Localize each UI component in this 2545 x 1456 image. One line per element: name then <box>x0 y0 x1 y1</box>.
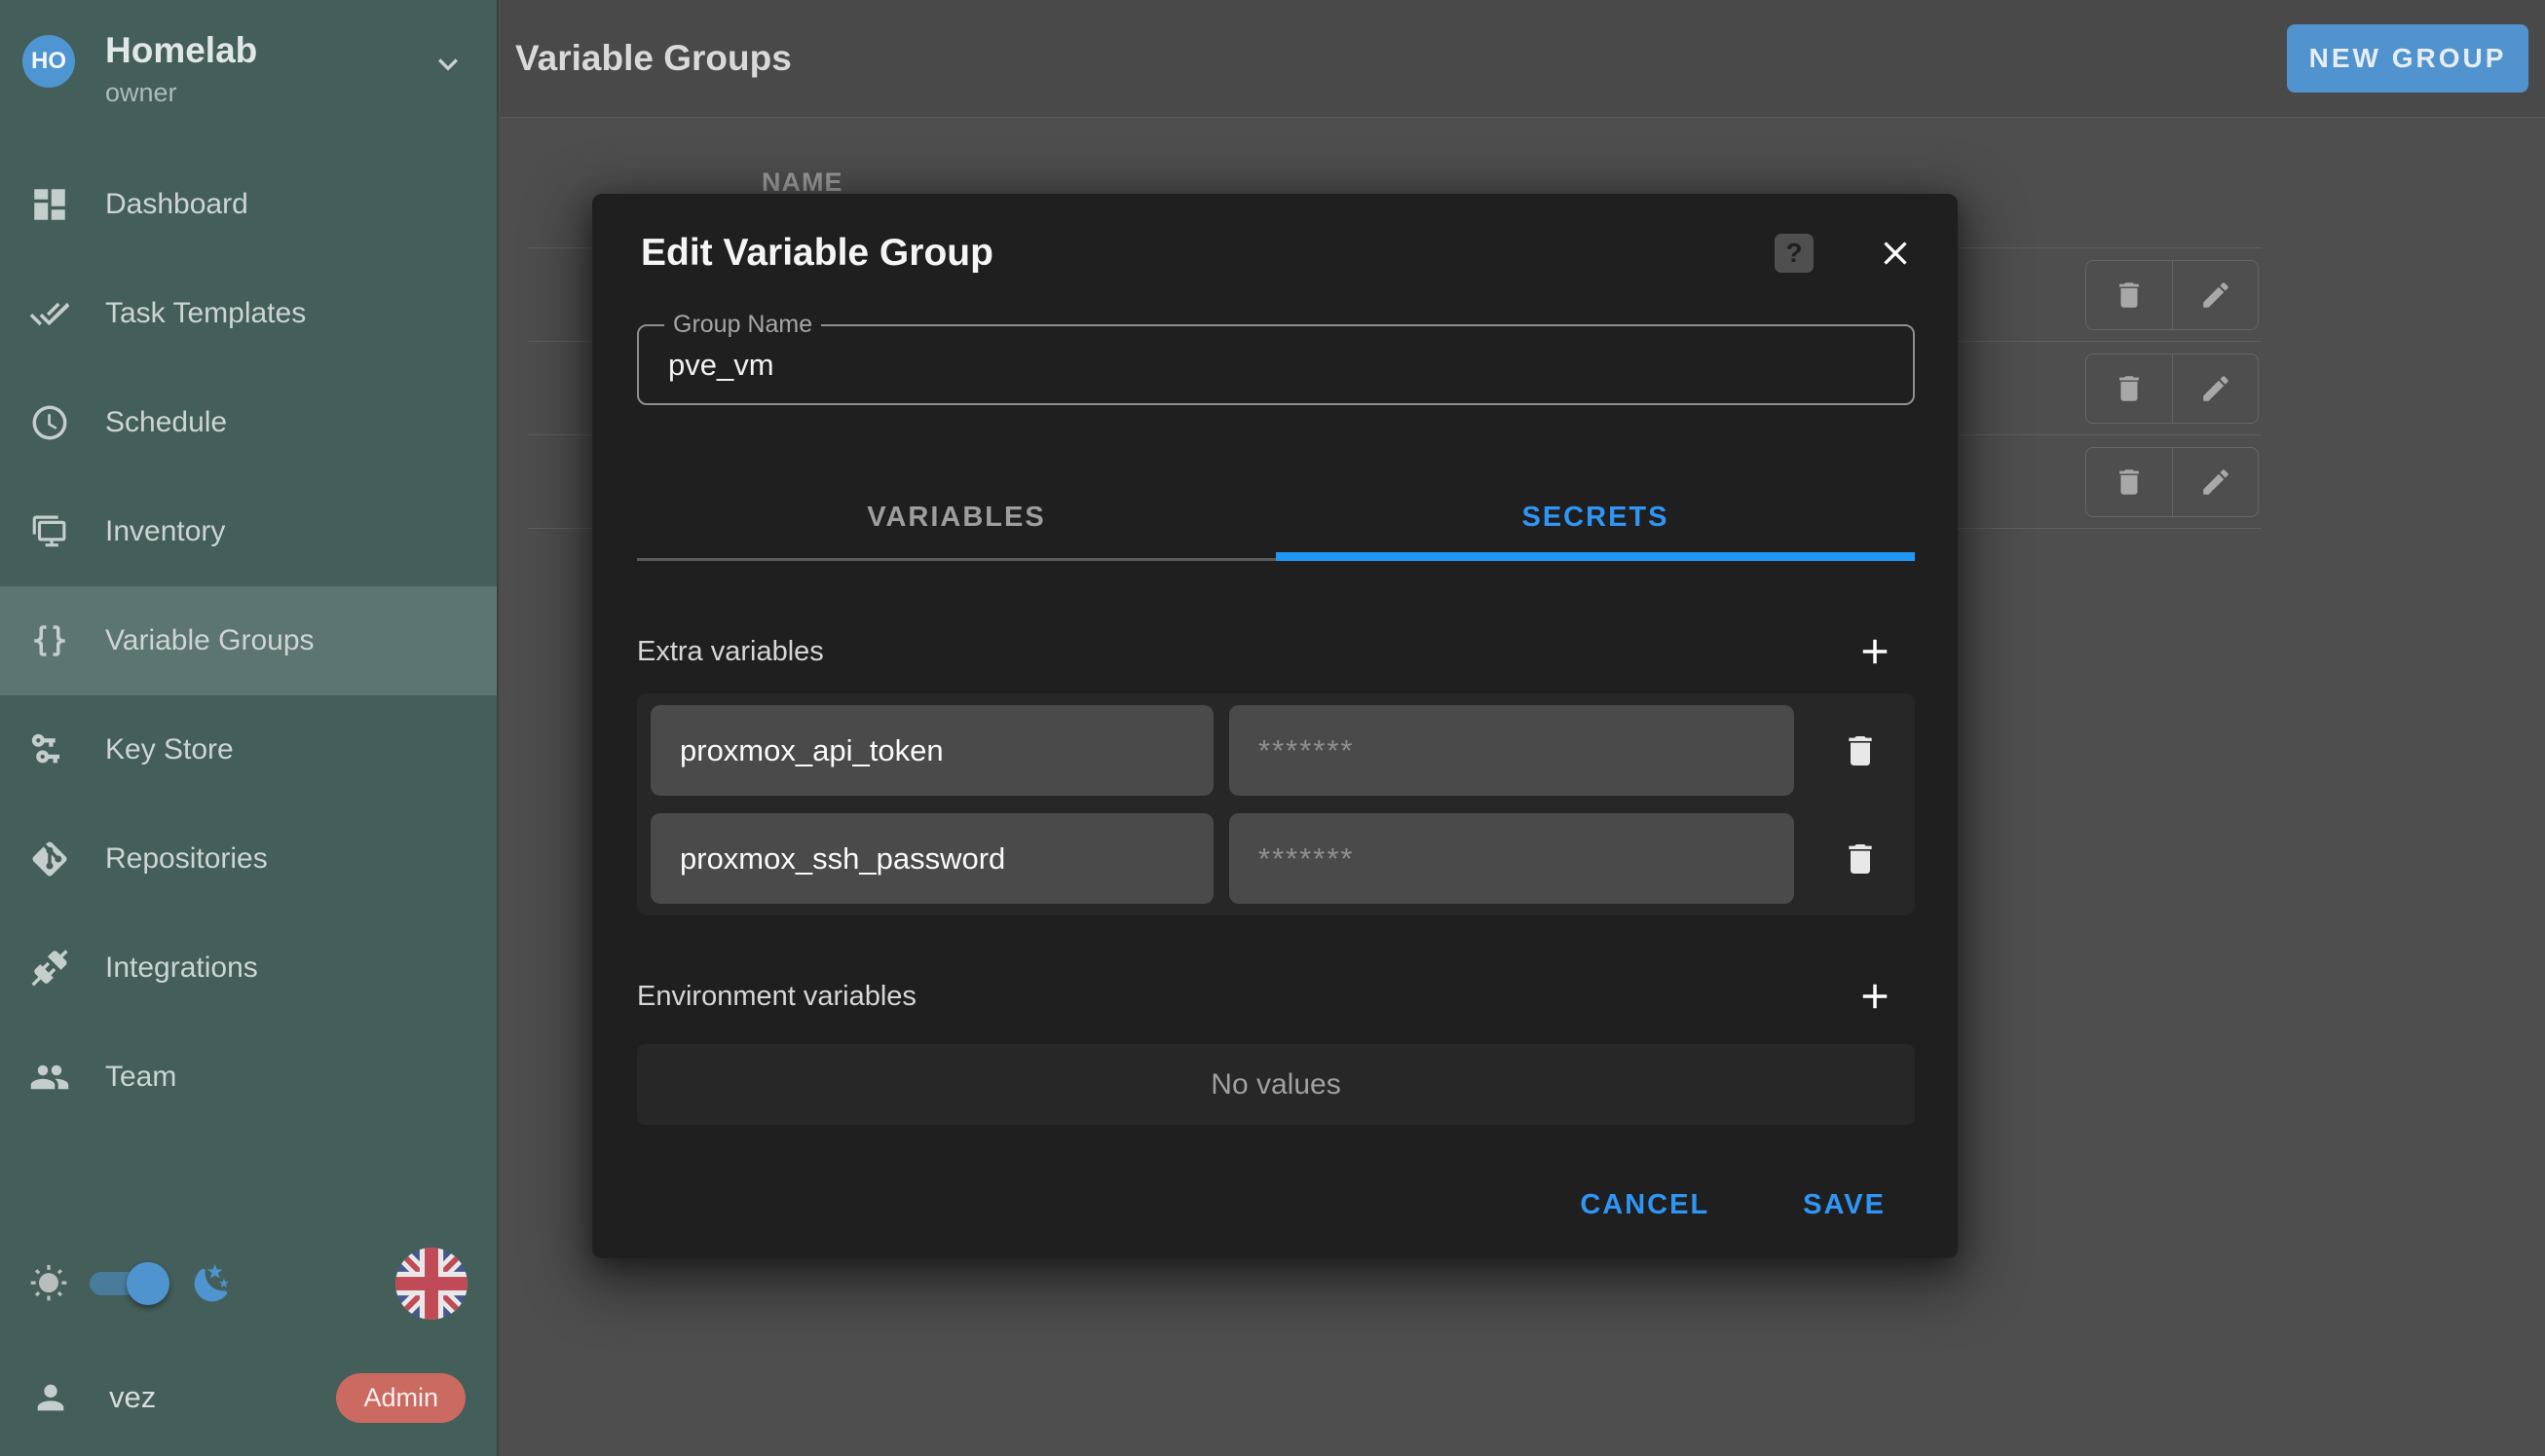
sidebar-item-key-store[interactable]: Key Store <box>0 695 497 804</box>
secret-row <box>651 705 1901 796</box>
pencil-icon <box>2199 279 2232 312</box>
sidebar-item-schedule[interactable]: Schedule <box>0 368 497 477</box>
pencil-icon <box>2199 372 2232 405</box>
sidebar-item-repositories[interactable]: Repositories <box>0 804 497 914</box>
extra-variables-header: Extra variables <box>637 631 1915 672</box>
chevron-down-icon <box>429 45 468 84</box>
sidebar-item-label: Team <box>105 1061 176 1094</box>
edit-row-button[interactable] <box>2172 261 2258 329</box>
plug-icon <box>29 948 70 989</box>
group-name-field: Group Name <box>637 324 1915 405</box>
dark-mode-toggle[interactable] <box>90 1272 164 1295</box>
secret-row <box>651 813 1901 904</box>
row-actions <box>2085 354 2259 424</box>
trash-icon <box>2113 466 2146 499</box>
sidebar-item-label: Schedule <box>105 406 227 439</box>
sidebar-item-label: Key Store <box>105 733 234 766</box>
cancel-button[interactable]: CANCEL <box>1572 1183 1717 1227</box>
workspace-name: Homelab <box>105 29 257 72</box>
sidebar-item-label: Repositories <box>105 842 268 876</box>
environment-variables-empty: No values <box>637 1044 1915 1125</box>
person-icon <box>31 1378 70 1417</box>
toggle-knob[interactable] <box>127 1262 169 1305</box>
moon-stars-icon <box>191 1262 234 1305</box>
add-extra-variable-button[interactable] <box>1854 631 1895 672</box>
page-title: Variable Groups <box>515 38 792 79</box>
sidebar-spacer <box>0 1132 497 1248</box>
sidebar-item-label: Dashboard <box>105 188 248 221</box>
sidebar-nav: Dashboard Task Templates Schedule Invent… <box>0 150 497 1132</box>
close-icon <box>1876 234 1915 273</box>
admin-badge: Admin <box>336 1373 466 1423</box>
secret-value-input[interactable] <box>1229 813 1794 904</box>
extra-variables-label: Extra variables <box>637 636 824 668</box>
environment-variables-label: Environment variables <box>637 981 917 1013</box>
user-row[interactable]: vez Admin <box>0 1368 497 1427</box>
workspace-switcher[interactable]: HO Homelab owner <box>0 0 497 121</box>
dialog-title: Edit Variable Group <box>641 232 993 275</box>
extra-variables-card <box>637 693 1915 915</box>
workspace-avatar: HO <box>22 35 75 88</box>
trash-icon <box>1841 731 1880 770</box>
language-flag-uk[interactable] <box>395 1248 468 1320</box>
group-name-input[interactable] <box>639 326 1913 403</box>
sidebar-item-label: Variable Groups <box>105 624 315 657</box>
sidebar-item-team[interactable]: Team <box>0 1023 497 1132</box>
delete-row-button[interactable] <box>2086 261 2172 329</box>
dashboard-icon <box>29 184 70 225</box>
sun-icon <box>29 1264 68 1303</box>
save-button[interactable]: SAVE <box>1795 1183 1893 1227</box>
sidebar-item-inventory[interactable]: Inventory <box>0 477 497 586</box>
theme-row <box>0 1248 497 1320</box>
tab-variables[interactable]: VARIABLES <box>637 473 1276 561</box>
check-all-icon <box>29 293 70 334</box>
delete-row-button[interactable] <box>2086 355 2172 423</box>
tab-secrets[interactable]: SECRETS <box>1276 473 1915 561</box>
plus-icon <box>1854 976 1895 1017</box>
secret-key-input[interactable] <box>651 705 1214 796</box>
sidebar: HO Homelab owner Dashboard Task Template… <box>0 0 499 1456</box>
keys-icon <box>29 729 70 770</box>
row-actions <box>2085 260 2259 330</box>
group-name-label: Group Name <box>664 311 821 339</box>
help-button[interactable]: ? <box>1775 234 1814 273</box>
environment-variables-header: Environment variables <box>637 976 1915 1017</box>
dialog-tabs: VARIABLES SECRETS <box>637 473 1915 561</box>
sidebar-item-task-templates[interactable]: Task Templates <box>0 259 497 368</box>
edit-row-button[interactable] <box>2172 448 2258 516</box>
sidebar-item-label: Inventory <box>105 515 225 548</box>
sidebar-item-label: Task Templates <box>105 297 306 330</box>
user-name: vez <box>109 1380 156 1415</box>
dialog-actions: CANCEL SAVE <box>637 1183 1893 1227</box>
delete-row-button[interactable] <box>2086 448 2172 516</box>
secret-key-input[interactable] <box>651 813 1214 904</box>
delete-secret-button[interactable] <box>1841 731 1880 770</box>
monitor-icon <box>29 511 70 552</box>
pencil-icon <box>2199 466 2232 499</box>
sidebar-item-variable-groups[interactable]: Variable Groups <box>0 586 497 695</box>
row-actions <box>2085 447 2259 517</box>
close-button[interactable] <box>1876 234 1915 273</box>
secret-value-input[interactable] <box>1229 705 1794 796</box>
sidebar-item-dashboard[interactable]: Dashboard <box>0 150 497 259</box>
page-header: Variable Groups NEW GROUP <box>501 0 2545 118</box>
plus-icon <box>1854 631 1895 672</box>
sidebar-item-label: Integrations <box>105 952 258 985</box>
sidebar-item-integrations[interactable]: Integrations <box>0 914 497 1023</box>
clock-icon <box>29 402 70 443</box>
code-braces-icon <box>29 620 70 661</box>
delete-secret-button[interactable] <box>1841 840 1880 878</box>
new-group-button[interactable]: NEW GROUP <box>2287 24 2528 93</box>
dialog-title-row: Edit Variable Group ? <box>637 229 1915 278</box>
trash-icon <box>2113 279 2146 312</box>
people-icon <box>29 1057 70 1098</box>
edit-variable-group-dialog: Edit Variable Group ? Group Name VARIABL… <box>592 194 1958 1258</box>
workspace-text: Homelab owner <box>105 29 257 108</box>
workspace-role: owner <box>105 78 257 108</box>
trash-icon <box>2113 372 2146 405</box>
edit-row-button[interactable] <box>2172 355 2258 423</box>
add-environment-variable-button[interactable] <box>1854 976 1895 1017</box>
git-icon <box>29 839 70 879</box>
trash-icon <box>1841 840 1880 878</box>
